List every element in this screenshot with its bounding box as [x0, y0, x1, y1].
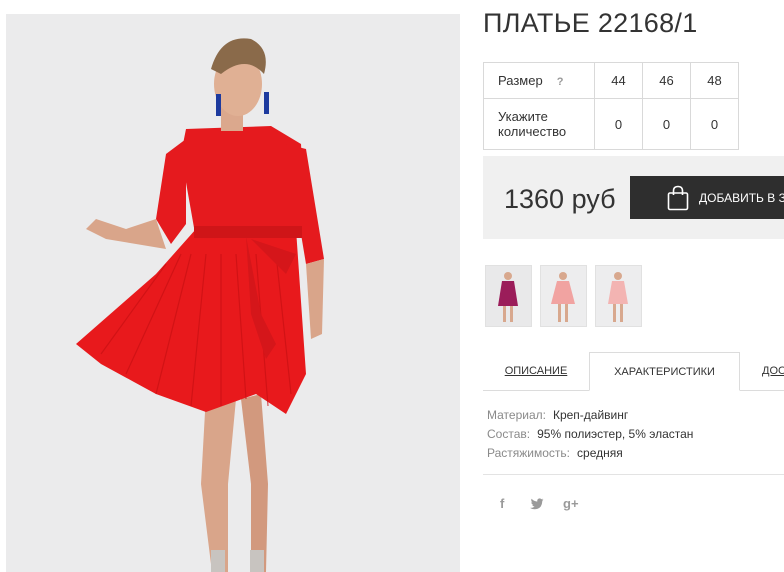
size-46: 46	[642, 62, 691, 99]
characteristic-value: средняя	[577, 446, 623, 460]
characteristic-row: Состав: 95% полиэстер, 5% эластан	[487, 425, 693, 444]
quantity-48[interactable]: 0	[690, 98, 739, 150]
characteristic-row: Растяжимость: средняя	[487, 444, 693, 463]
price-panel: 1360 руб ДОБАВИТЬ В З	[483, 156, 784, 239]
tab-description[interactable]: ОПИСАНИЕ	[483, 352, 589, 390]
characteristic-key: Материал:	[487, 408, 546, 422]
size-row-label: Размер?	[483, 62, 595, 99]
size-48: 48	[690, 62, 739, 99]
thumbnail-pink[interactable]	[540, 265, 587, 327]
quantity-46[interactable]: 0	[642, 98, 691, 150]
facebook-icon[interactable]: f	[500, 496, 504, 511]
tab-characteristics[interactable]: ХАРАКТЕРИСТИКИ	[589, 352, 740, 391]
size-44: 44	[594, 62, 643, 99]
thumbnail-magenta[interactable]	[485, 265, 532, 327]
characteristic-value: Креп-дайвинг	[552, 408, 629, 422]
product-title: ПЛАТЬЕ 22168/1	[483, 8, 698, 38]
product-main-image[interactable]	[6, 14, 460, 572]
size-quantity-table: Размер? 44 46 48 Укажите количество 0 0 …	[483, 62, 739, 150]
price-value: 1360 руб	[504, 184, 616, 214]
quantity-label: Укажите количество	[483, 98, 595, 150]
add-to-cart-button[interactable]: ДОБАВИТЬ В З	[630, 176, 784, 219]
characteristics-list: Материал: Креп-дайвинг Состав: 95% полиэст…	[487, 406, 693, 463]
characteristic-row: Материал: Креп-дайвинг	[487, 406, 693, 425]
twitter-icon[interactable]	[529, 496, 544, 510]
characteristic-key: Состав:	[487, 427, 531, 441]
shopping-bag-icon	[667, 185, 689, 211]
characteristic-key: Растяжимость:	[487, 446, 571, 460]
google-plus-icon[interactable]: g+	[563, 496, 579, 511]
size-help-icon[interactable]: ?	[557, 76, 564, 88]
add-to-cart-label: ДОБАВИТЬ В З	[699, 190, 784, 205]
characteristic-value: 95% полиэстер, 5% эластан	[537, 427, 694, 441]
tab-delivery[interactable]: ДОС	[762, 352, 784, 390]
thumbnail-peach[interactable]	[595, 265, 642, 327]
divider	[483, 474, 784, 475]
quantity-44[interactable]: 0	[594, 98, 643, 150]
size-label: Размер	[498, 73, 543, 88]
